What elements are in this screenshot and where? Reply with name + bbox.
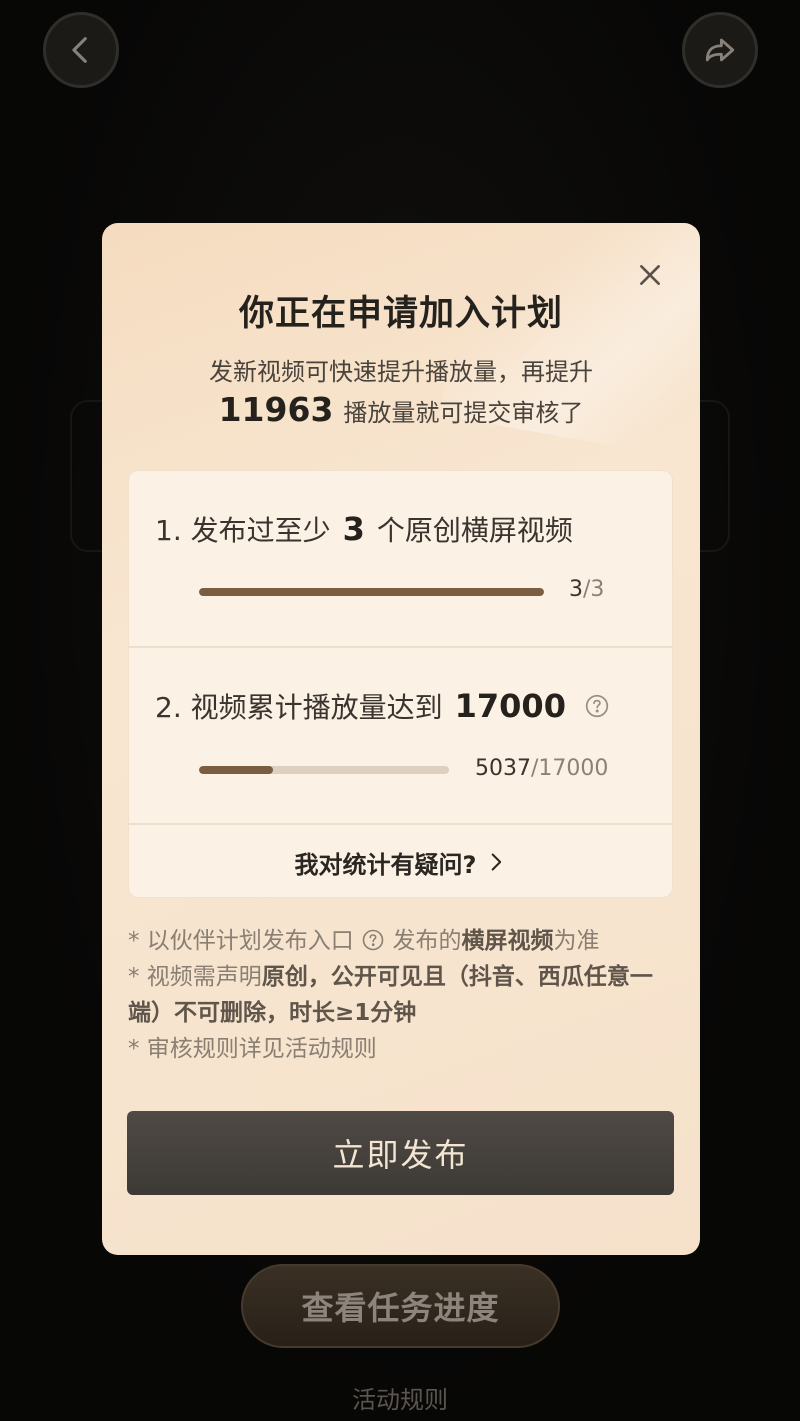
apply-plan-modal: 你正在申请加入计划 发新视频可快速提升播放量，再提升 11963 播放量就可提交审…: [102, 223, 700, 1255]
progress-fill: [199, 588, 544, 596]
requirement-number: 17000: [454, 687, 566, 725]
stats-question-link[interactable]: 我对统计有疑问?: [129, 825, 672, 897]
progress-bar: [199, 588, 544, 596]
help-circle-icon[interactable]: [584, 693, 610, 719]
note-2: * 视频需声明原创，公开可见且（抖音、西瓜任意一端）不可删除，时长≥1分钟: [128, 959, 678, 1031]
help-circle-icon[interactable]: [361, 928, 385, 952]
requirements-box: 1. 发布过至少 3 个原创横屏视频 3/3 2. 视频累计播放量达到 1700…: [128, 470, 673, 898]
requirement-prefix: 1. 发布过至少: [155, 514, 331, 547]
subtitle-line-1: 发新视频可快速提升播放量，再提升: [209, 358, 593, 386]
progress-fill: [199, 766, 273, 774]
chevron-right-icon: [492, 853, 502, 871]
note-emphasis: 原创: [261, 964, 308, 990]
publish-now-button[interactable]: 立即发布: [127, 1111, 674, 1195]
requirement-item: 1. 发布过至少 3 个原创横屏视频 3/3: [129, 471, 672, 648]
remaining-views-number: 11963: [218, 390, 334, 429]
progress-total: /17000: [531, 756, 609, 781]
publish-now-label: 立即发布: [332, 1136, 469, 1174]
requirement-label: 2. 视频累计播放量达到 17000: [155, 686, 610, 726]
modal-subtitle: 发新视频可快速提升播放量，再提升 11963 播放量就可提交审核了: [102, 353, 700, 432]
requirement-number: 3: [342, 510, 365, 548]
notes: * 以伙伴计划发布入口 发布的横屏视频为准 * 视频需声明原创，公开可见且（抖音…: [128, 923, 678, 1067]
subtitle-line-2: 11963 播放量就可提交审核了: [102, 391, 700, 432]
note-text: 为准: [553, 928, 600, 954]
note-emphasis: 横屏视频: [461, 928, 554, 954]
note-text: 发布的: [392, 928, 462, 954]
progress-text: 5037/17000: [475, 756, 608, 781]
requirement-item: 2. 视频累计播放量达到 17000 5037/17000: [129, 648, 672, 825]
modal-title: 你正在申请加入计划: [238, 294, 563, 334]
progress-current: 3: [569, 577, 583, 602]
subtitle-line-2-text: 播放量就可提交审核了: [343, 399, 584, 427]
note-text: * 以伙伴计划发布入口: [128, 928, 354, 954]
note-1: * 以伙伴计划发布入口 发布的横屏视频为准: [128, 923, 678, 959]
progress-total: /3: [583, 577, 605, 602]
progress-text: 3/3: [569, 577, 604, 602]
requirement-label: 1. 发布过至少 3 个原创横屏视频: [155, 509, 573, 549]
progress-current: 5037: [475, 756, 531, 781]
note-text: * 视频需声明: [128, 964, 262, 990]
progress-bar: [199, 766, 449, 774]
note-3: * 审核规则详见活动规则: [128, 1036, 377, 1062]
requirement-suffix: 个原创横屏视频: [376, 514, 573, 547]
stats-question-label: 我对统计有疑问?: [294, 850, 477, 879]
requirement-prefix: 2. 视频累计播放量达到: [155, 691, 443, 724]
